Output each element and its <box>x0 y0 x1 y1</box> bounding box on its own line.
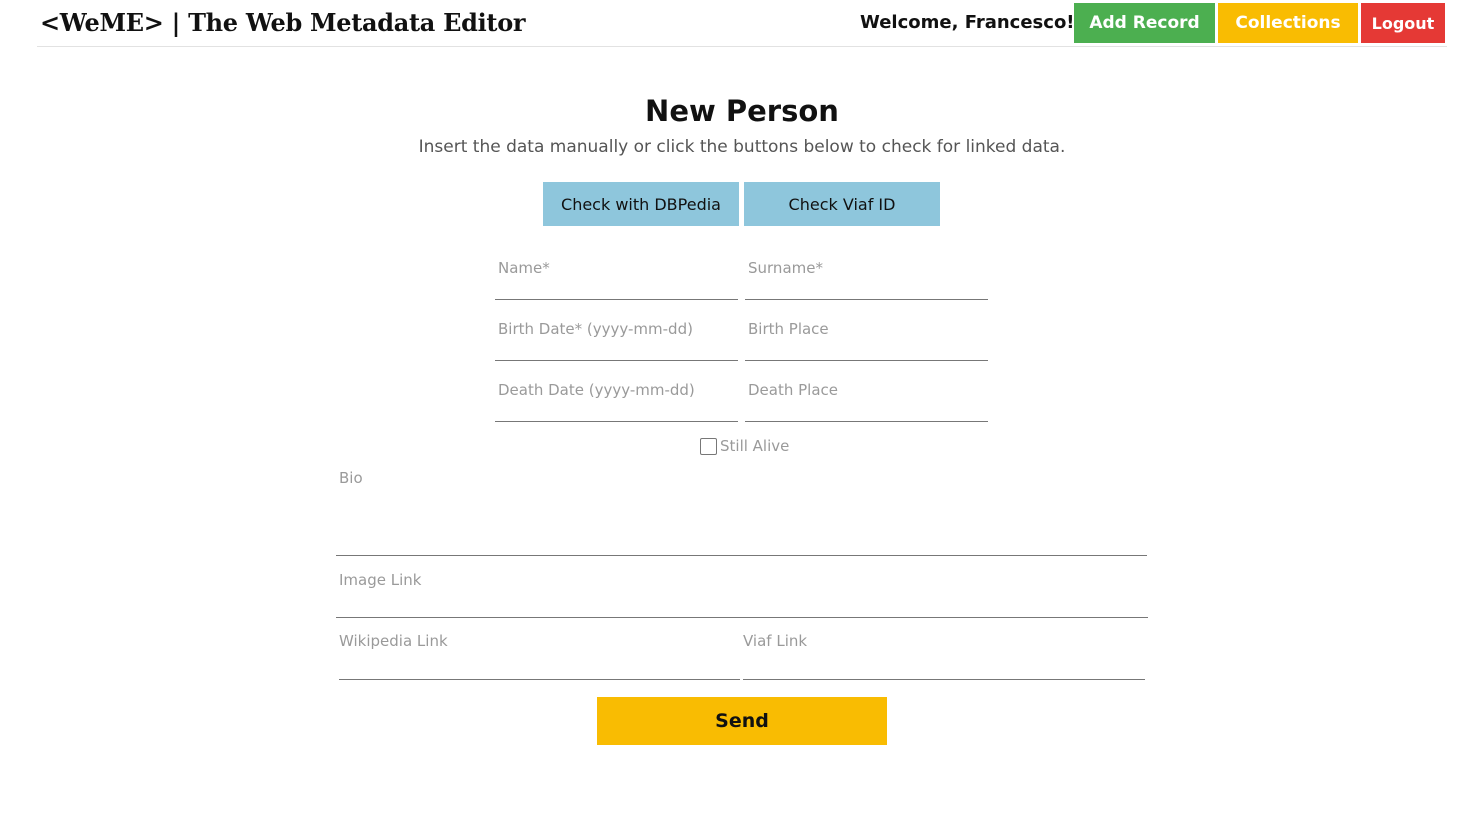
death-place-field: Death Place <box>745 375 988 422</box>
still-alive-option[interactable]: Still Alive <box>700 436 789 456</box>
page-title: New Person <box>645 94 839 128</box>
viaf-link-input[interactable] <box>743 653 1145 677</box>
app-title: <WeME> | The Web Metadata Editor <box>40 8 526 37</box>
name-input[interactable] <box>495 273 738 297</box>
logout-button[interactable]: Logout <box>1361 3 1445 43</box>
still-alive-label: Still Alive <box>720 437 790 455</box>
birth-place-input[interactable] <box>745 334 988 358</box>
wikipedia-link-input[interactable] <box>339 653 740 677</box>
birth-place-field: Birth Place <box>745 314 988 361</box>
birth-date-input[interactable] <box>495 334 738 358</box>
top-bar: <WeME> | The Web Metadata Editor Welcome… <box>37 0 1447 47</box>
check-viaf-button[interactable]: Check Viaf ID <box>744 182 940 226</box>
bio-field: Bio <box>336 464 1147 556</box>
bio-textarea[interactable] <box>336 509 1147 553</box>
death-place-input[interactable] <box>745 395 988 419</box>
image-link-field: Image Link <box>336 571 1148 618</box>
wikipedia-link-label: Wikipedia Link <box>339 632 448 650</box>
image-link-input[interactable] <box>336 591 1148 615</box>
add-record-button[interactable]: Add Record <box>1074 3 1215 43</box>
checkbox-unchecked-icon[interactable] <box>700 437 717 455</box>
surname-field: Surname* <box>745 253 988 300</box>
page-subtitle: Insert the data manually or click the bu… <box>418 137 1066 157</box>
surname-input[interactable] <box>745 273 988 297</box>
collections-button[interactable]: Collections <box>1218 3 1358 43</box>
death-date-field: Death Date (yyyy-mm-dd) <box>495 375 738 422</box>
bio-label: Bio <box>339 469 363 487</box>
viaf-link-label: Viaf Link <box>743 632 808 650</box>
viaf-link-field: Viaf Link <box>743 632 1145 680</box>
wikipedia-link-field: Wikipedia Link <box>339 632 740 680</box>
image-link-label: Image Link <box>339 571 422 589</box>
birth-date-field: Birth Date* (yyyy-mm-dd) <box>495 314 738 361</box>
check-dbpedia-button[interactable]: Check with DBPedia <box>543 182 739 226</box>
name-field: Name* <box>495 253 738 300</box>
welcome-message: Welcome, Francesco! <box>860 12 1075 33</box>
send-button[interactable]: Send <box>597 697 887 745</box>
death-date-input[interactable] <box>495 395 738 419</box>
